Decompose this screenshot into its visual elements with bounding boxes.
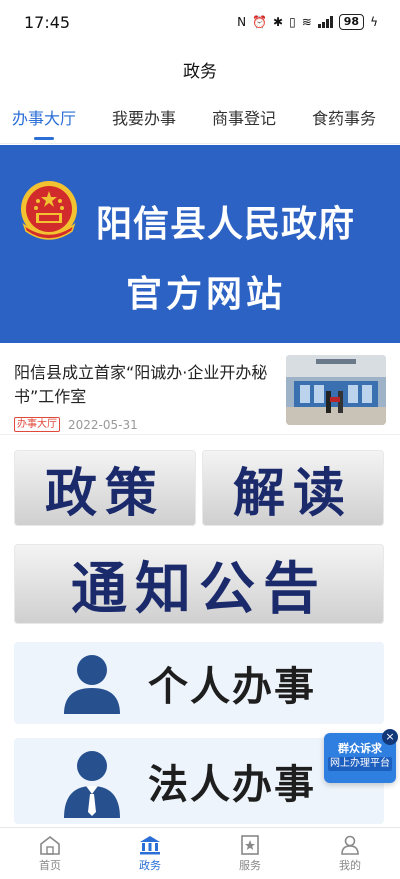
personal-affairs-card[interactable]: 个人办事 <box>14 642 384 724</box>
tab-my-affairs[interactable]: 我要办事 <box>112 96 176 143</box>
appeal-platform-badge[interactable]: 群众诉求 网上办理平台 × <box>324 729 398 783</box>
nav-home-label: 首页 <box>39 858 61 872</box>
news-thumbnail <box>286 355 386 425</box>
nav-mine[interactable]: 我的 <box>300 828 400 879</box>
policy-card-right[interactable]: 解读 <box>202 450 384 526</box>
tab-service-hall[interactable]: 办事大厅 <box>12 96 76 143</box>
nav-services-label: 服务 <box>239 858 261 872</box>
charging-icon: ϟ <box>370 15 378 29</box>
person-icon <box>64 655 120 714</box>
notice-card[interactable]: 通知公告 <box>14 544 384 624</box>
nav-home[interactable]: 首页 <box>0 828 100 879</box>
bluetooth-icon: ✱ <box>273 15 284 29</box>
status-time: 17:45 <box>24 12 71 32</box>
battery-indicator: 98 <box>338 14 365 30</box>
tab-business-registration[interactable]: 商事登记 <box>212 96 276 143</box>
wifi-icon: ≋ <box>301 15 312 29</box>
alarm-icon: ⏰ <box>252 15 268 29</box>
appeal-badge-subtitle: 网上办理平台 <box>328 757 392 771</box>
news-title: 阳信县成立首家“阳诚办·企业开办秘书”工作室 <box>14 363 268 406</box>
tab-food-drug-affairs[interactable]: 食药事务 <box>312 96 376 143</box>
home-icon <box>40 835 60 855</box>
status-bar: 17:45 N ⏰ ✱ ▯ ≋ 98 ϟ <box>0 0 400 44</box>
banner-title: 阳信县人民政府 <box>96 203 356 245</box>
status-icons: N ⏰ ✱ ▯ ≋ 98 ϟ <box>237 14 378 30</box>
national-emblem-icon <box>21 181 77 240</box>
personal-affairs-label: 个人办事 <box>148 664 316 710</box>
star-bookmark-icon <box>241 834 259 855</box>
person-outline-icon <box>341 835 359 855</box>
page-title: 政务 <box>183 61 217 82</box>
banner-subtitle: 官方网站 <box>126 273 287 315</box>
vibrate-icon: ▯ <box>289 15 296 29</box>
nav-mine-label: 我的 <box>339 858 361 872</box>
government-icon <box>140 835 160 854</box>
bottom-nav: 首页 政务 服务 我的 <box>0 827 400 879</box>
legal-affairs-label: 法人办事 <box>148 762 316 808</box>
tab-bar: 办事大厅 我要办事 商事登记 食药事务 <box>0 96 400 144</box>
close-icon[interactable]: × <box>382 729 398 745</box>
nav-government[interactable]: 政务 <box>100 828 200 879</box>
nav-government-label: 政务 <box>139 858 161 872</box>
policy-card-left[interactable]: 政策 <box>14 450 196 526</box>
news-meta: 办事大厅 2022-05-31 <box>14 417 138 432</box>
businessman-icon <box>64 751 120 818</box>
nfc-icon: N <box>237 15 247 29</box>
nav-services[interactable]: 服务 <box>200 828 300 879</box>
news-tag: 办事大厅 <box>14 417 60 432</box>
banner[interactable]: 阳信县人民政府 官方网站 <box>0 145 400 343</box>
news-item[interactable]: 阳信县成立首家“阳诚办·企业开办秘书”工作室 办事大厅 2022-05-31 <box>0 343 400 435</box>
signal-icon <box>317 16 333 28</box>
news-date: 2022-05-31 <box>68 417 138 432</box>
